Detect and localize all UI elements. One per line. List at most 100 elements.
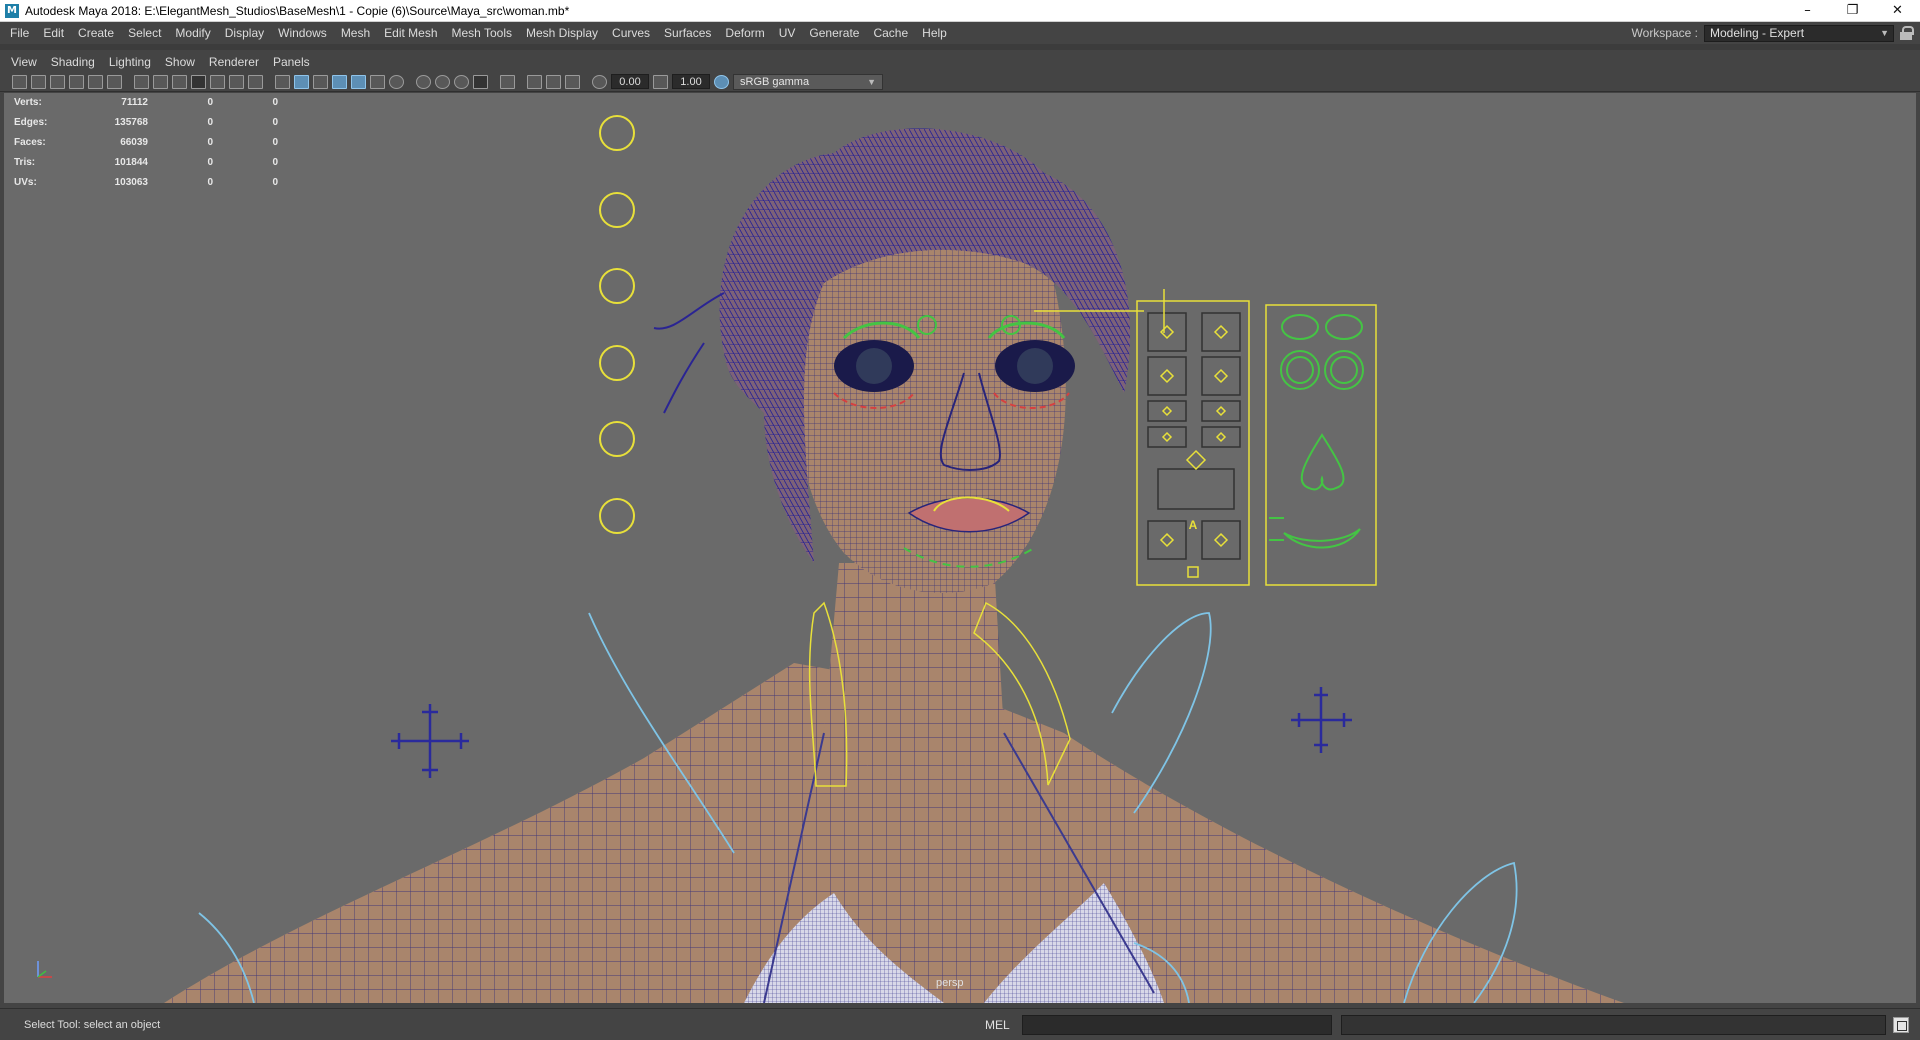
window-title: Autodesk Maya 2018: E:\ElegantMesh_Studi… [25,3,570,18]
menu-windows[interactable]: Windows [271,26,334,40]
main-menu-bar: File Edit Create Select Modify Display W… [0,22,1920,44]
panel-menu-shading[interactable]: Shading [44,55,102,69]
menu-help[interactable]: Help [915,26,954,40]
command-line-bar: Select Tool: select an object MEL [0,1008,1920,1040]
xray-active-icon[interactable] [546,74,561,89]
film-gate-icon[interactable] [153,74,168,89]
exposure-icon[interactable] [592,74,607,89]
use-all-lights-icon[interactable] [370,74,385,89]
perspective-viewport[interactable]: A persp [4,93,1916,1003]
gamma-icon[interactable] [653,74,668,89]
workspace-dropdown[interactable]: Modeling - Expert ▼ [1704,24,1894,42]
field-chart-icon[interactable] [210,74,225,89]
menu-select[interactable]: Select [121,26,168,40]
hud-components: 0 [272,96,278,108]
chevron-down-icon: ▼ [867,76,876,87]
exposure-field[interactable]: 0.00 [611,74,649,89]
wireframe-icon[interactable] [275,74,290,89]
camera-attributes-icon[interactable] [31,74,46,89]
xray-joints-icon[interactable] [565,74,580,89]
smooth-shade-icon[interactable] [294,74,309,89]
hud-label: Verts: [14,96,42,108]
yellow-circle-controls [599,115,635,534]
facial-control-panel-left [1034,289,1250,586]
menu-cache[interactable]: Cache [866,26,915,40]
gate-mask-icon[interactable] [191,74,206,89]
panel-menu-lighting[interactable]: Lighting [102,55,158,69]
xray-icon[interactable] [527,74,542,89]
menu-mesh-display[interactable]: Mesh Display [519,26,605,40]
view-transform-dropdown[interactable]: sRGB gamma ▼ [733,73,883,90]
hud-value: 71112 [121,96,148,108]
panel-menu-bar: View Shading Lighting Show Renderer Pane… [4,52,317,72]
menu-edit-mesh[interactable]: Edit Mesh [377,26,444,40]
command-result-field [1341,1014,1886,1035]
anti-aliasing-icon[interactable] [454,74,469,89]
hud-row: Faces: 66039 0 0 [14,132,278,152]
workspace-value: Modeling - Expert [1710,26,1805,40]
hud-selected: 0 [207,156,213,168]
hud-components: 0 [272,156,278,168]
panel-menu-show[interactable]: Show [158,55,202,69]
script-editor-icon[interactable] [1893,1016,1909,1033]
workspace-label: Workspace : [1631,26,1698,40]
menu-generate[interactable]: Generate [802,26,866,40]
menu-mesh-tools[interactable]: Mesh Tools [445,26,519,40]
menu-mesh[interactable]: Mesh [334,26,377,40]
menu-file[interactable]: File [0,26,36,40]
hud-selected: 0 [207,116,213,128]
hud-row: Verts: 71112 0 0 [14,92,278,112]
mel-toggle[interactable]: MEL [985,1018,1010,1032]
panel-menu-view[interactable]: View [4,55,44,69]
bookmark-icon[interactable] [50,74,65,89]
shadows-icon[interactable] [389,74,404,89]
command-input[interactable] [1022,1014,1332,1035]
motion-blur-icon[interactable] [435,74,450,89]
head-mesh [794,244,1075,593]
hud-row: Tris: 101844 0 0 [14,152,278,172]
safe-title-icon[interactable] [248,74,263,89]
panel-menu-panels[interactable]: Panels [266,55,317,69]
gamma-field[interactable]: 1.00 [672,74,710,89]
menu-edit[interactable]: Edit [36,26,71,40]
hud-label: Tris: [14,156,36,168]
select-camera-icon[interactable] [12,74,27,89]
isolate-select-icon[interactable] [500,74,515,89]
menu-deform[interactable]: Deform [718,26,771,40]
lock-icon[interactable] [1900,26,1914,40]
hud-components: 0 [272,176,278,188]
menu-surfaces[interactable]: Surfaces [657,26,718,40]
wireframe-on-shaded-icon[interactable] [332,74,347,89]
color-management-icon[interactable] [714,74,729,89]
menu-display[interactable]: Display [218,26,271,40]
resolution-gate-icon[interactable] [172,74,187,89]
safe-action-icon[interactable] [229,74,244,89]
hud-components: 0 [272,136,278,148]
hud-value: 101844 [114,156,148,168]
menu-create[interactable]: Create [71,26,121,40]
grease-pencil-icon[interactable] [107,74,122,89]
2d-pan-zoom-icon[interactable] [88,74,103,89]
panel-menu-renderer[interactable]: Renderer [202,55,266,69]
title-bar: M Autodesk Maya 2018: E:\ElegantMesh_Stu… [0,0,1920,22]
hud-selected: 0 [207,136,213,148]
body-mesh [164,563,1624,1003]
close-button[interactable]: ✕ [1875,0,1920,22]
menu-modify[interactable]: Modify [168,26,217,40]
depth-of-field-icon[interactable] [473,74,488,89]
screen-space-ao-icon[interactable] [416,74,431,89]
hud-components: 0 [272,116,278,128]
maximize-button[interactable]: ❐ [1830,0,1875,22]
menu-uv[interactable]: UV [772,26,803,40]
menu-curves[interactable]: Curves [605,26,657,40]
facial-panel-badge: A [1189,518,1198,532]
facial-control-panel-right [1265,304,1377,586]
shelf-separator [0,44,1920,50]
grid-icon[interactable] [134,74,149,89]
chevron-down-icon: ▼ [1880,28,1889,38]
image-plane-icon[interactable] [69,74,84,89]
default-material-icon[interactable] [313,74,328,89]
minimize-button[interactable]: – [1785,0,1830,22]
textured-icon[interactable] [351,74,366,89]
poly-count-hud: Verts: 71112 0 0 Edges: 135768 0 0 Faces… [14,92,278,192]
